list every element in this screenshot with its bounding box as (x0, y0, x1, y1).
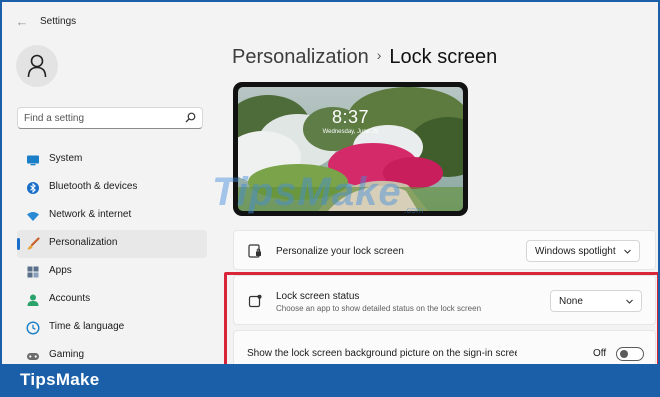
breadcrumb: Personalization › Lock screen (232, 46, 497, 69)
bluetooth-icon (27, 182, 39, 194)
user-icon (27, 54, 47, 78)
setting-title: Personalize your lock screen (276, 246, 404, 257)
search-input[interactable] (24, 111, 174, 125)
wifi-icon (27, 212, 39, 221)
app-title: Settings (40, 16, 77, 27)
person-icon (27, 294, 39, 306)
sidebar-item-label: Personalization (49, 237, 118, 248)
monitor-icon (27, 155, 39, 166)
sidebar-item-label: Accounts (49, 293, 91, 304)
sidebar-item-network[interactable]: Network & internet (17, 202, 207, 230)
brand-logo: TipsMake (20, 370, 100, 389)
setting-personalize-lock-screen: Personalize your lock screen Windows spo… (233, 230, 656, 270)
sidebar-item-label: System (49, 153, 83, 164)
sidebar-item-system[interactable]: System (17, 146, 207, 174)
sidebar-item-accounts[interactable]: Accounts (17, 286, 207, 314)
brush-icon (27, 237, 40, 250)
settings-window: ← Settings System Bluetooth & devices Ne… (2, 2, 658, 364)
dropdown-value: Windows spotlight (535, 246, 616, 257)
lock-date: Wednesday, June 29 (322, 129, 379, 135)
globe-clock-icon (26, 321, 40, 335)
search-icon[interactable] (185, 112, 196, 123)
sidebar-item-personalization[interactable]: Personalization (17, 230, 207, 258)
breadcrumb-parent[interactable]: Personalization (232, 46, 369, 68)
apps-icon (27, 266, 39, 278)
sidebar-item-label: Gaming (49, 349, 85, 360)
sidebar-item-label: Time & language (49, 321, 125, 332)
chevron-right-icon: › (376, 47, 382, 63)
chevron-down-icon (624, 249, 631, 254)
highlight-box (224, 272, 658, 364)
back-arrow-icon[interactable]: ← (14, 14, 30, 30)
watermark: TipsMake (212, 170, 402, 214)
avatar[interactable] (16, 45, 58, 87)
page-title: Lock screen (389, 46, 498, 68)
sidebar-item-apps[interactable]: Apps (17, 258, 207, 286)
sidebar-item-gaming[interactable]: Gaming (17, 342, 207, 364)
gamepad-icon (27, 353, 39, 360)
title-bar: ← Settings (2, 2, 658, 40)
sidebar-nav: System Bluetooth & devices Network & int… (17, 146, 207, 364)
sidebar-item-label: Bluetooth & devices (49, 181, 138, 192)
sidebar-item-time-language[interactable]: Time & language (17, 314, 207, 342)
watermark-suffix: .com (404, 205, 424, 215)
search-box[interactable] (17, 107, 203, 129)
sidebar-item-bluetooth[interactable]: Bluetooth & devices (17, 174, 207, 202)
lock-time: 8:37 (331, 107, 370, 127)
lock-screen-background-dropdown[interactable]: Windows spotlight (526, 240, 640, 262)
lock-screen-icon (248, 244, 261, 258)
sidebar-item-label: Network & internet (49, 209, 132, 220)
sidebar-item-label: Apps (49, 265, 72, 276)
brand-bar: TipsMake (0, 364, 660, 397)
